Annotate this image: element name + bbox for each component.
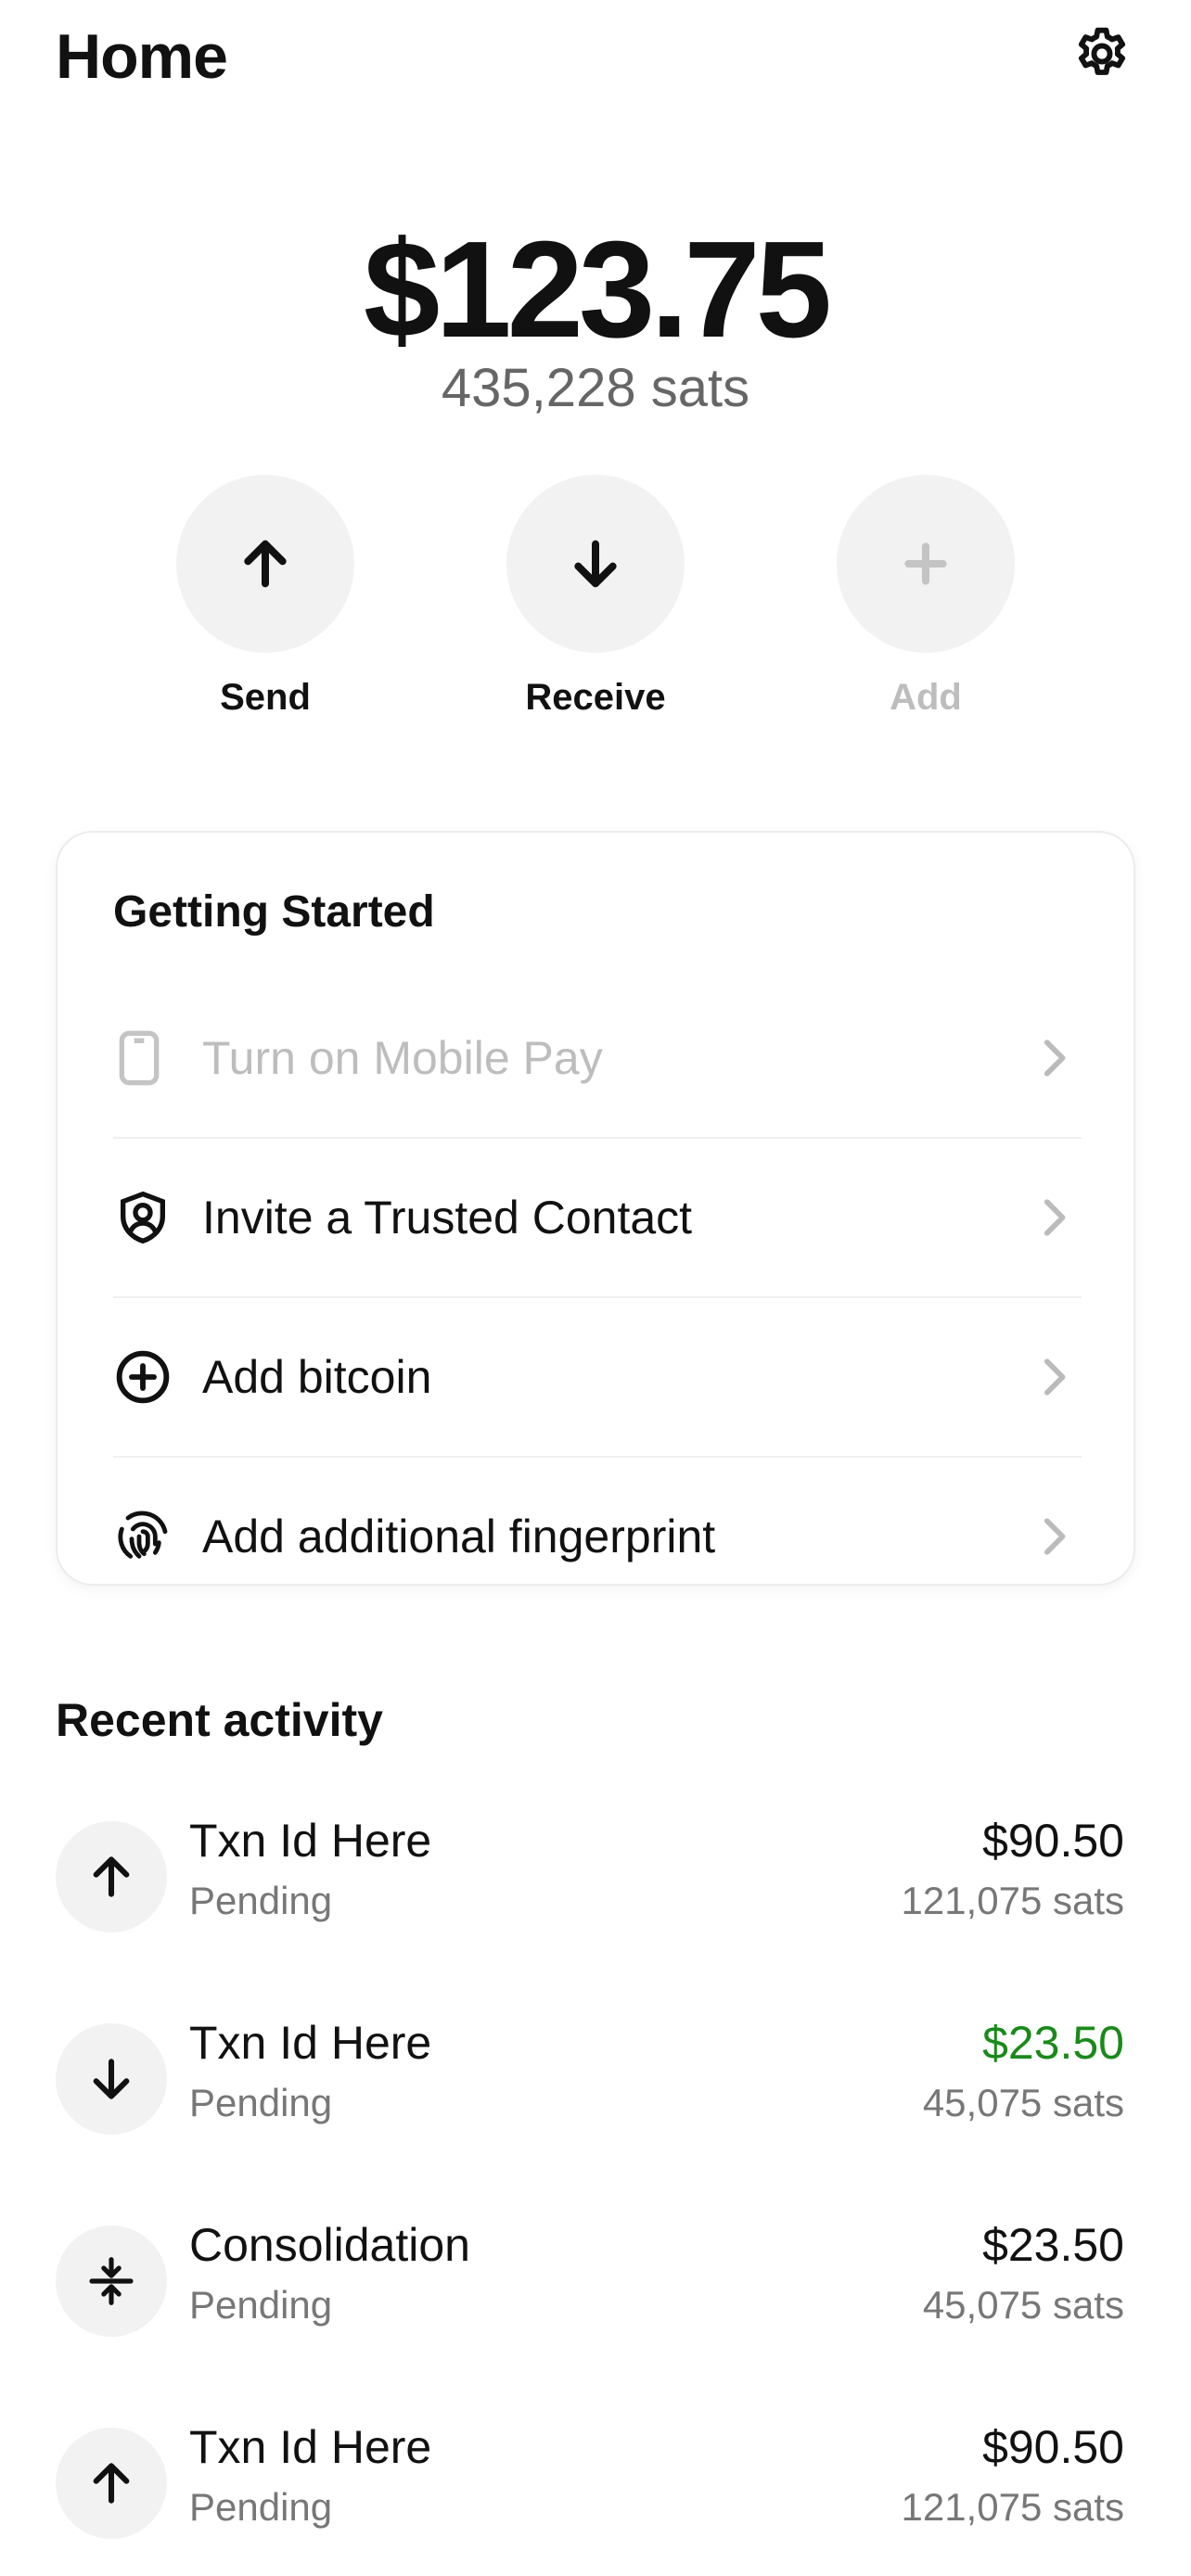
arrow-down-icon: [93, 2059, 130, 2099]
phone-icon: [113, 1025, 180, 1091]
transaction-row[interactable]: Txn Id Here Pending $23.50 45,075 sats: [56, 2016, 1124, 2146]
send-circle[interactable]: [176, 475, 354, 653]
page-title: Home: [56, 21, 228, 92]
txn-status: Pending: [189, 2283, 333, 2327]
transaction-row[interactable]: Consolidation Pending $23.50 45,075 sats: [56, 2218, 1124, 2348]
transaction-row[interactable]: Txn Id Here Pending $90.50 121,075 sats: [56, 1814, 1124, 1944]
plus-circle-icon: [113, 1344, 180, 1410]
gear-icon: [1078, 27, 1126, 75]
arrow-up-icon: [93, 2463, 130, 2504]
add-circle[interactable]: [837, 475, 1015, 653]
txn-icon-circle: [56, 2023, 167, 2135]
txn-name: Consolidation: [189, 2219, 470, 2271]
mobile-pay-label: Turn on Mobile Pay: [202, 1032, 603, 1084]
add-bitcoin-row[interactable]: Add bitcoin: [113, 1298, 1082, 1456]
txn-status: Pending: [189, 2485, 333, 2529]
action-bar: Send Receive Add: [0, 475, 1191, 725]
send-button[interactable]: Send: [154, 475, 377, 719]
fingerprint-icon: [113, 1503, 180, 1570]
chevron-right-icon: [1026, 1349, 1082, 1405]
receive-button[interactable]: Receive: [484, 475, 707, 719]
arrow-up-icon: [93, 1856, 130, 1897]
plus-icon: [904, 542, 947, 585]
txn-icon-circle: [56, 1821, 167, 1932]
txn-sats: 121,075 sats: [901, 1879, 1124, 1922]
shield-person-icon: [113, 1184, 180, 1251]
balance-fiat: $123.75: [364, 213, 832, 366]
add-bitcoin-label: Add bitcoin: [202, 1351, 432, 1403]
arrow-down-icon: [574, 540, 617, 588]
chevron-right-icon: [1026, 1190, 1082, 1245]
trusted-contact-label: Invite a Trusted Contact: [202, 1192, 693, 1243]
transaction-row[interactable]: Txn Id Here Pending $90.50 121,075 sats: [56, 2420, 1124, 2550]
txn-name: Txn Id Here: [189, 2017, 432, 2069]
balance-sats: 435,228 sats: [441, 358, 750, 418]
txn-sats: 121,075 sats: [901, 2485, 1124, 2529]
add-label: Add: [890, 677, 962, 718]
txn-amount: $23.50: [982, 2017, 1124, 2069]
send-label: Send: [220, 677, 311, 718]
chevron-right-icon: [1026, 1030, 1082, 1086]
arrow-up-icon: [244, 540, 287, 588]
mobile-pay-row[interactable]: Turn on Mobile Pay: [113, 979, 1082, 1137]
txn-amount: $23.50: [982, 2219, 1124, 2271]
txn-sats: 45,075 sats: [922, 2081, 1124, 2124]
txn-icon-circle: [56, 2428, 167, 2539]
txn-sats: 45,075 sats: [922, 2283, 1124, 2327]
balance: $123.75 435,228 sats: [0, 211, 1191, 421]
txn-status: Pending: [189, 1879, 333, 1922]
trusted-contact-row[interactable]: Invite a Trusted Contact: [113, 1139, 1082, 1296]
fingerprint-row[interactable]: Add additional fingerprint: [113, 1458, 1082, 1615]
txn-status: Pending: [189, 2081, 333, 2124]
receive-label: Receive: [525, 677, 666, 718]
txn-name: Txn Id Here: [189, 2421, 432, 2473]
header: Home: [0, 0, 1191, 130]
settings-button[interactable]: [1065, 17, 1139, 91]
getting-started-card: Getting Started Turn on Mobile Pay Invit…: [56, 831, 1135, 1586]
consolidate-icon: [89, 2257, 134, 2305]
add-button[interactable]: Add: [814, 475, 1037, 719]
txn-icon-circle: [56, 2225, 167, 2337]
txn-name: Txn Id Here: [189, 1815, 432, 1867]
recent-activity-title: Recent activity: [56, 1694, 383, 1746]
receive-circle[interactable]: [506, 475, 685, 653]
getting-started-title: Getting Started: [113, 887, 435, 937]
chevron-right-icon: [1026, 1509, 1082, 1564]
txn-amount: $90.50: [982, 1815, 1124, 1867]
txn-amount: $90.50: [982, 2421, 1124, 2473]
fingerprint-label: Add additional fingerprint: [202, 1511, 716, 1562]
